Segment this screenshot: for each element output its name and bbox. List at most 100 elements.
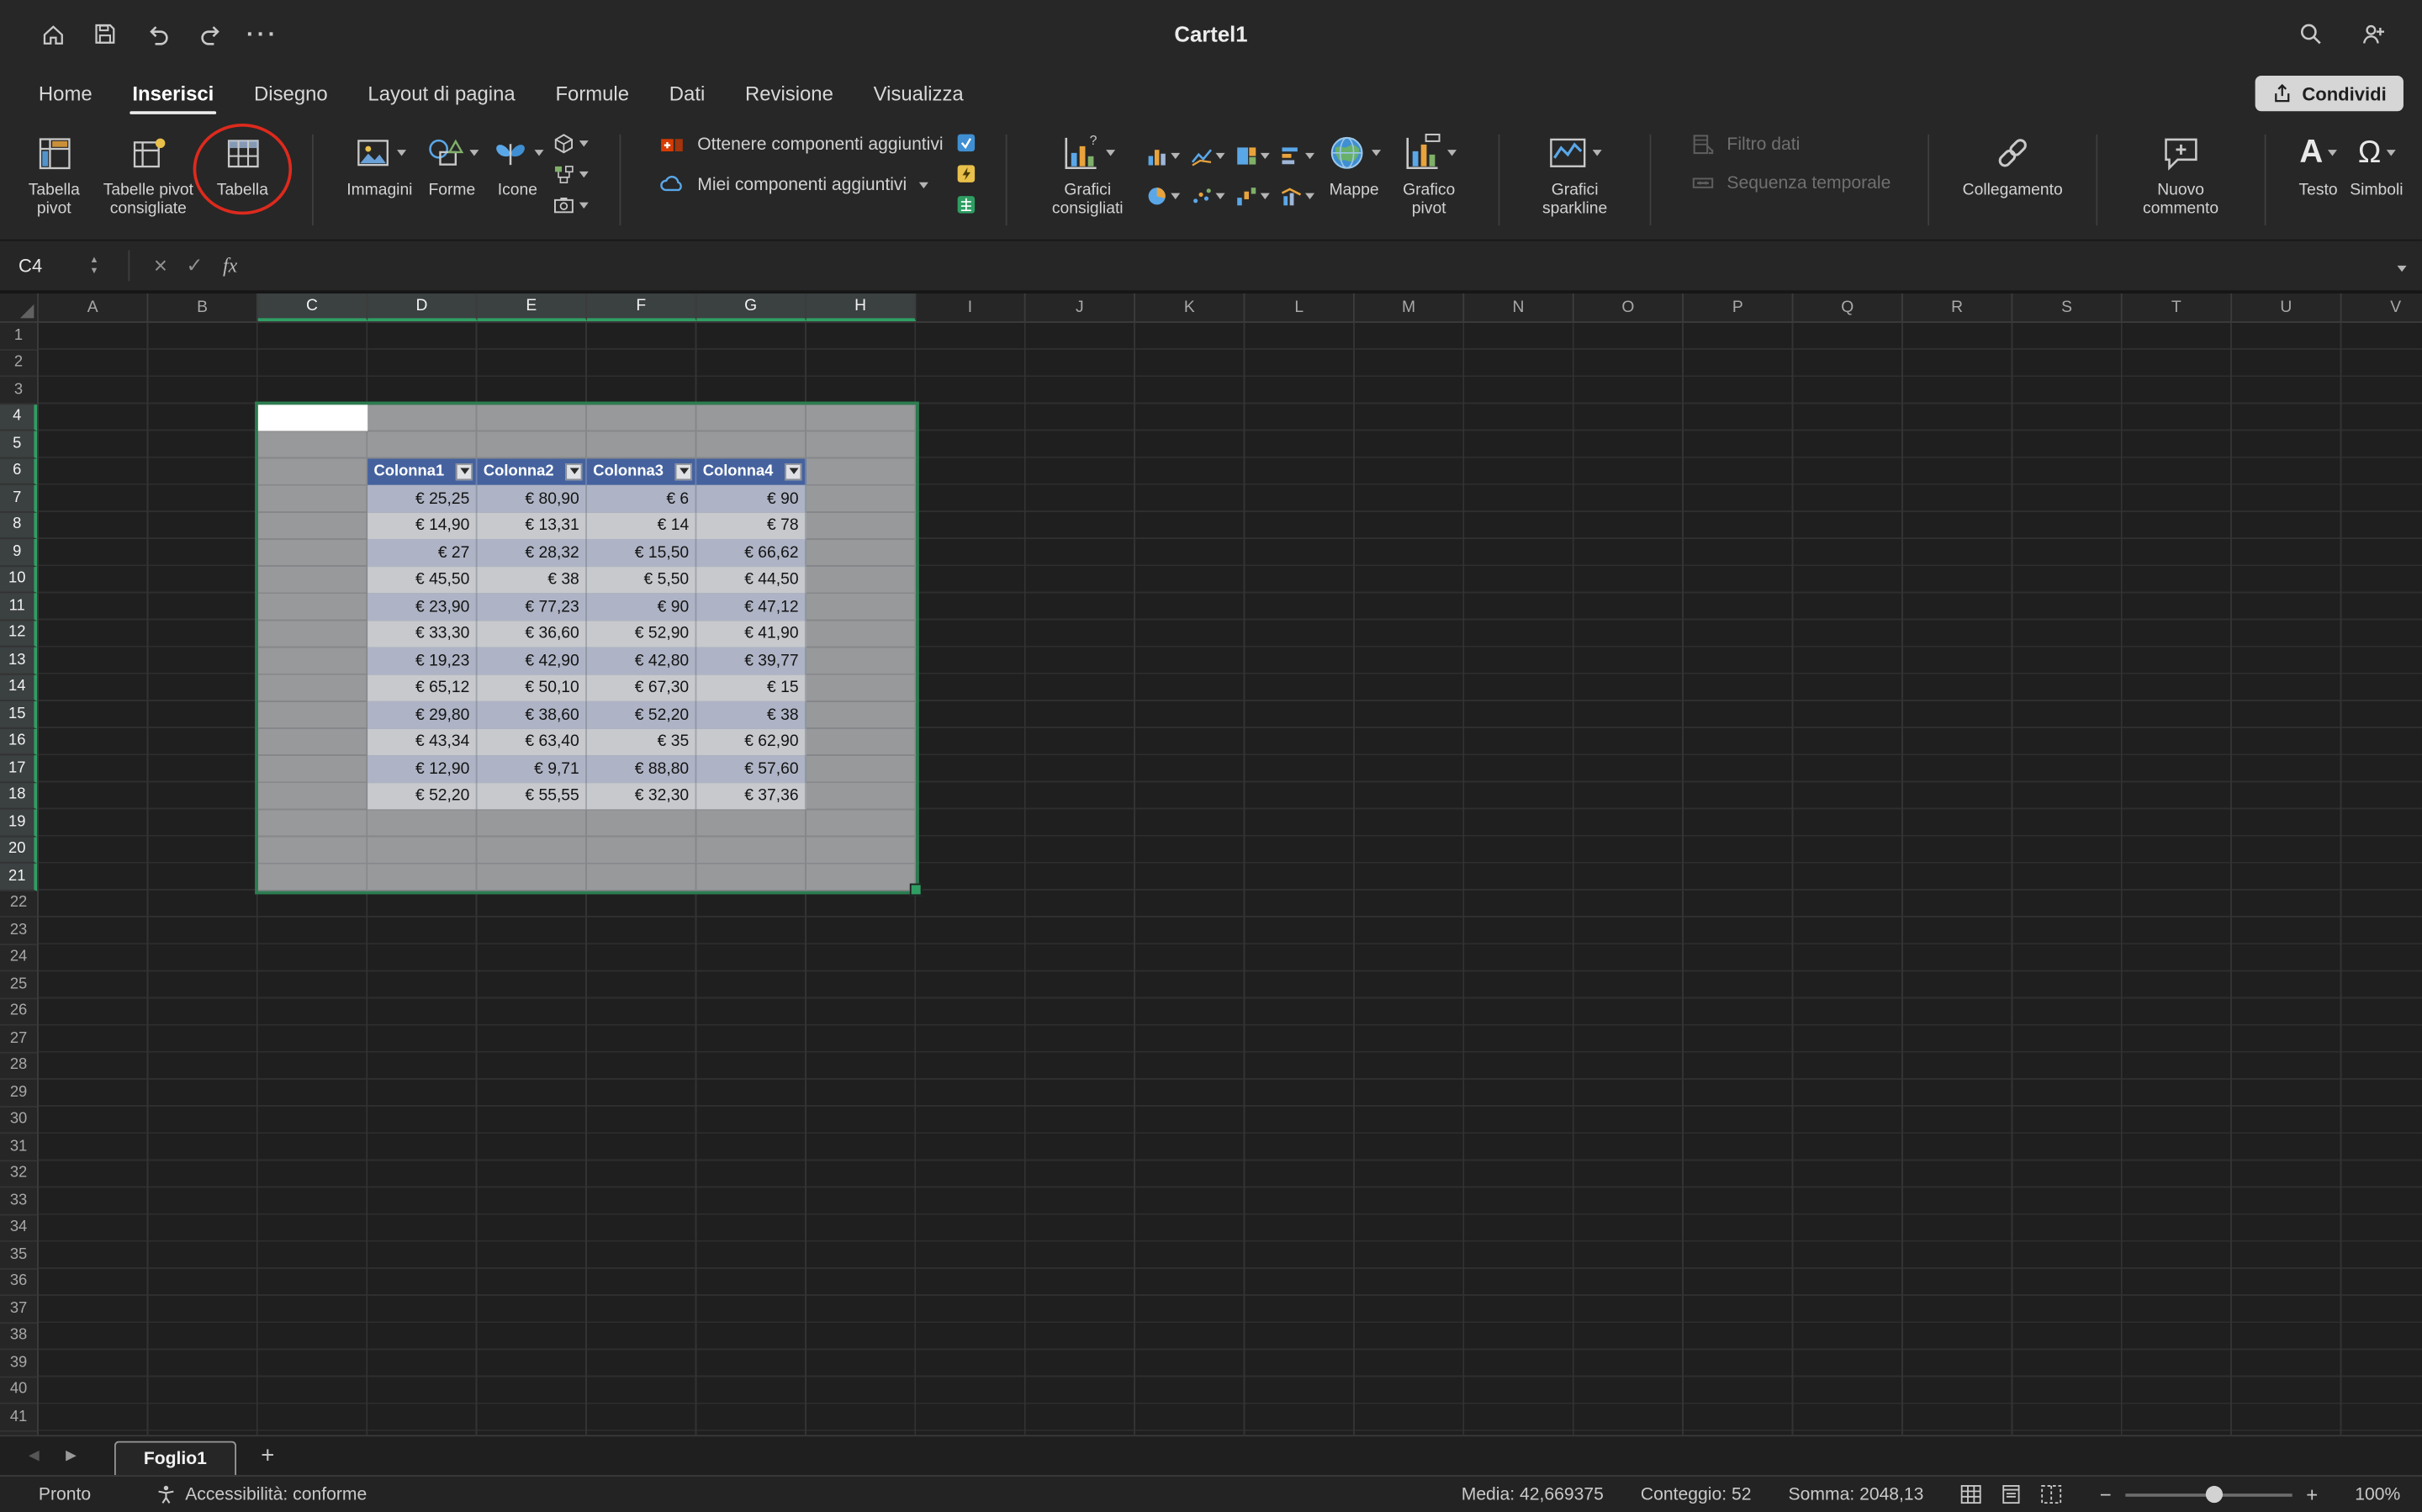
chevron-down-icon[interactable] [1305, 193, 1314, 198]
table-cell[interactable]: € 88,80 [587, 755, 696, 782]
table-cell[interactable]: € 55,55 [478, 782, 587, 809]
chevron-down-icon[interactable] [2328, 150, 2337, 156]
get-addins-button[interactable]: Ottenere componenti aggiuntivi [660, 133, 943, 157]
table-cell[interactable]: € 25,25 [368, 485, 477, 512]
table-cell[interactable]: € 38,60 [478, 701, 587, 728]
scatter-chart-button[interactable] [1188, 177, 1229, 213]
row-header[interactable]: 3 [0, 377, 37, 404]
table-cell[interactable]: € 41,90 [696, 620, 806, 647]
row-header[interactable]: 24 [0, 944, 37, 971]
table-cell[interactable]: € 27 [368, 539, 477, 566]
line-chart-button[interactable] [1188, 137, 1229, 172]
table-cell[interactable]: € 15,50 [587, 539, 696, 566]
row-header[interactable]: 23 [0, 917, 37, 944]
shapes-button[interactable]: Forme [419, 124, 485, 203]
row-header[interactable]: 12 [0, 620, 37, 647]
table-cell[interactable]: € 45,50 [368, 566, 477, 593]
row-header[interactable]: 19 [0, 809, 37, 836]
addin-power-button[interactable] [955, 161, 976, 187]
table-cell[interactable]: € 35 [587, 728, 696, 755]
column-header[interactable]: M [1355, 293, 1464, 321]
column-header[interactable]: U [2232, 293, 2341, 321]
table-cell[interactable]: € 62,90 [696, 728, 806, 755]
chevron-down-icon[interactable] [469, 150, 479, 156]
chevron-down-icon[interactable] [1171, 193, 1180, 198]
table-cell[interactable]: € 14 [587, 512, 696, 539]
table-header-cell[interactable]: Colonna2 [478, 458, 587, 485]
column-header[interactable]: J [1026, 293, 1135, 321]
row-header[interactable]: 25 [0, 971, 37, 998]
row-header[interactable]: 2 [0, 350, 37, 377]
fill-handle[interactable] [910, 884, 923, 896]
row-header[interactable]: 9 [0, 539, 37, 566]
table-cell[interactable]: € 39,77 [696, 648, 806, 674]
row-header[interactable]: 35 [0, 1242, 37, 1269]
recommended-charts-button[interactable]: ? Grafici consigliati [1035, 124, 1140, 221]
table-cell[interactable]: € 33,30 [368, 620, 477, 647]
column-header[interactable]: F [587, 293, 696, 321]
chevron-down-icon[interactable] [1105, 150, 1114, 156]
chevron-down-icon[interactable] [1171, 152, 1180, 158]
row-header[interactable]: 10 [0, 566, 37, 593]
chevron-down-icon[interactable] [1372, 150, 1381, 156]
combo-chart-button[interactable] [1277, 177, 1318, 213]
row-header[interactable]: 20 [0, 837, 37, 864]
table-header-cell[interactable]: Colonna1 [368, 458, 477, 485]
symbols-button[interactable]: Ω Simboli [2344, 124, 2409, 203]
sparklines-button[interactable]: Grafici sparkline [1527, 124, 1623, 221]
table-cell[interactable]: € 90 [696, 485, 806, 512]
redo-icon[interactable] [194, 19, 225, 50]
table-cell[interactable]: € 15 [696, 674, 806, 701]
addin-visio-button[interactable] [955, 130, 976, 156]
table-cell[interactable]: € 80,90 [478, 485, 587, 512]
ribbon-tab[interactable]: Formule [536, 68, 649, 119]
row-header[interactable]: 34 [0, 1215, 37, 1242]
row-header[interactable]: 33 [0, 1187, 37, 1214]
table-cell[interactable]: € 36,60 [478, 620, 587, 647]
insert-function-icon[interactable]: fx [212, 253, 249, 278]
hierarchy-chart-button[interactable] [1233, 137, 1273, 172]
filter-dropdown-icon[interactable] [785, 463, 801, 480]
chevron-down-icon[interactable] [1261, 152, 1270, 158]
table-cell[interactable]: € 67,30 [587, 674, 696, 701]
stepper-down-icon[interactable]: ▼ [90, 267, 99, 276]
link-button[interactable]: Collegamento [1956, 124, 2069, 203]
column-header[interactable]: H [806, 293, 916, 321]
filter-dropdown-icon[interactable] [456, 463, 473, 480]
table-cell[interactable]: € 6 [587, 485, 696, 512]
images-button[interactable]: Immagini [341, 124, 419, 203]
filter-dropdown-icon[interactable] [565, 463, 582, 480]
column-header[interactable]: G [696, 293, 806, 321]
table-cell[interactable]: € 29,80 [368, 701, 477, 728]
row-header[interactable]: 14 [0, 674, 37, 701]
table-cell[interactable]: € 32,30 [587, 782, 696, 809]
row-header[interactable]: 17 [0, 755, 37, 782]
row-header[interactable]: 39 [0, 1350, 37, 1377]
table-cell[interactable]: € 14,90 [368, 512, 477, 539]
table-cell[interactable]: € 37,36 [696, 782, 806, 809]
table-cell[interactable]: € 42,80 [587, 648, 696, 674]
normal-view-icon[interactable] [1961, 1484, 1983, 1504]
pivot-table-button[interactable]: Tabella pivot [13, 124, 96, 221]
row-header[interactable]: 21 [0, 864, 37, 891]
column-header[interactable]: V [2341, 293, 2422, 321]
sheet-prev-icon[interactable]: ◀ [15, 1447, 52, 1475]
table-cell[interactable]: € 23,90 [368, 593, 477, 620]
stepper-up-icon[interactable]: ▲ [90, 256, 99, 265]
table-header-cell[interactable]: Colonna3 [587, 458, 696, 485]
table-cell[interactable]: € 65,12 [368, 674, 477, 701]
row-header[interactable]: 40 [0, 1377, 37, 1404]
table-cell[interactable]: € 12,90 [368, 755, 477, 782]
table-cell[interactable]: € 77,23 [478, 593, 587, 620]
row-header[interactable]: 27 [0, 1026, 37, 1053]
ribbon-tab[interactable]: Disegno [234, 68, 347, 119]
filter-dropdown-icon[interactable] [675, 463, 692, 480]
column-header[interactable]: L [1245, 293, 1354, 321]
table-cell[interactable]: € 44,50 [696, 566, 806, 593]
table-cell[interactable]: € 52,20 [587, 701, 696, 728]
new-comment-button[interactable]: Nuovo commento [2125, 124, 2236, 221]
column-header[interactable]: N [1464, 293, 1573, 321]
column-header[interactable]: Q [1793, 293, 1902, 321]
chevron-down-icon[interactable] [2386, 150, 2395, 156]
row-header[interactable]: 16 [0, 728, 37, 755]
